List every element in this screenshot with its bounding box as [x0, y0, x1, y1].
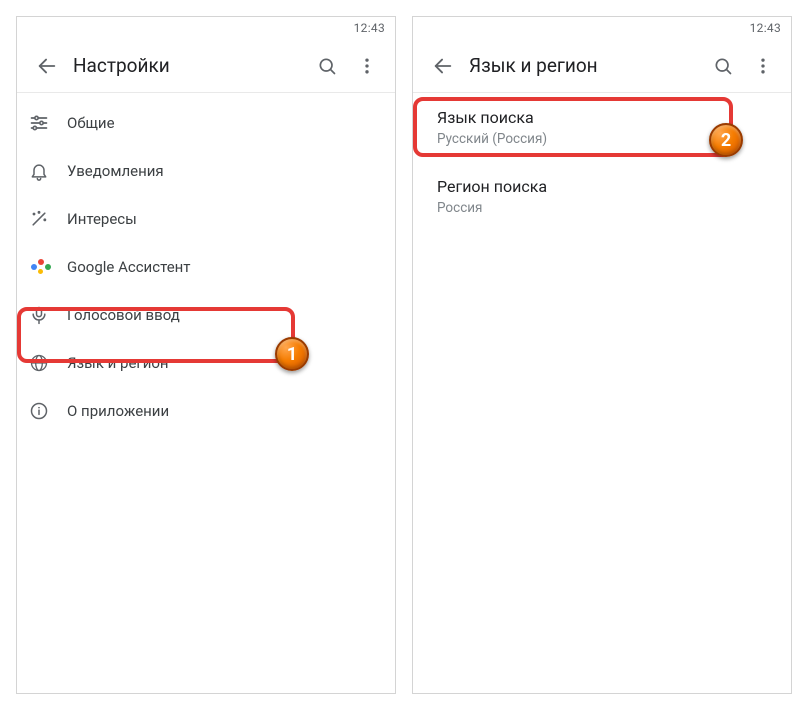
settings-item-label: Интересы [67, 210, 137, 228]
overflow-menu-button[interactable] [743, 46, 783, 86]
settings-item-label: Google Ассистент [67, 258, 191, 276]
item-secondary-text: Россия [437, 200, 767, 218]
status-time: 12:43 [750, 21, 781, 35]
page-title: Настройки [69, 54, 307, 77]
item-search-language[interactable]: Язык поиска Русский (Россия) [413, 93, 791, 162]
more-vert-icon [753, 56, 773, 76]
wand-icon [29, 209, 49, 229]
settings-item-label: Уведомления [67, 162, 164, 180]
settings-list: Общие Уведомления Интересы Google Ассист… [17, 93, 395, 435]
search-button[interactable] [703, 46, 743, 86]
google-assistant-icon [29, 256, 51, 278]
status-bar: 12:43 [413, 17, 791, 39]
status-bar: 12:43 [17, 17, 395, 39]
back-button[interactable] [25, 46, 69, 86]
app-bar: Настройки [17, 39, 395, 93]
item-primary-text: Регион поиска [437, 176, 767, 198]
phone-left: 12:43 Настройки Общие Уведомления [16, 16, 396, 694]
settings-item-label: О приложении [67, 402, 169, 420]
item-primary-text: Язык поиска [437, 107, 767, 129]
settings-item-notifications[interactable]: Уведомления [17, 147, 395, 195]
search-icon [713, 56, 733, 76]
settings-item-label: Голосовой ввод [67, 306, 180, 324]
search-button[interactable] [307, 46, 347, 86]
tune-icon [29, 113, 49, 133]
more-vert-icon [357, 56, 377, 76]
back-button[interactable] [421, 46, 465, 86]
globe-icon [29, 353, 49, 373]
item-secondary-text: Русский (Россия) [437, 131, 767, 149]
mic-icon [29, 305, 49, 325]
search-icon [317, 56, 337, 76]
settings-item-assistant[interactable]: Google Ассистент [17, 243, 395, 291]
settings-item-language-region[interactable]: Язык и регион [17, 339, 395, 387]
info-icon [29, 401, 49, 421]
item-search-region[interactable]: Регион поиска Россия [413, 162, 791, 231]
overflow-menu-button[interactable] [347, 46, 387, 86]
phone-right: 12:43 Язык и регион Язык поиска Русский … [412, 16, 792, 694]
settings-item-general[interactable]: Общие [17, 99, 395, 147]
settings-item-voice[interactable]: Голосовой ввод [17, 291, 395, 339]
language-region-list: Язык поиска Русский (Россия) Регион поис… [413, 93, 791, 231]
settings-item-label: Общие [67, 114, 115, 132]
status-time: 12:43 [354, 21, 385, 35]
bell-icon [29, 161, 49, 181]
settings-item-interests[interactable]: Интересы [17, 195, 395, 243]
settings-item-label: Язык и регион [67, 354, 169, 372]
page-title: Язык и регион [465, 54, 703, 77]
arrow-left-icon [36, 55, 58, 77]
settings-item-about[interactable]: О приложении [17, 387, 395, 435]
arrow-left-icon [432, 55, 454, 77]
app-bar: Язык и регион [413, 39, 791, 93]
